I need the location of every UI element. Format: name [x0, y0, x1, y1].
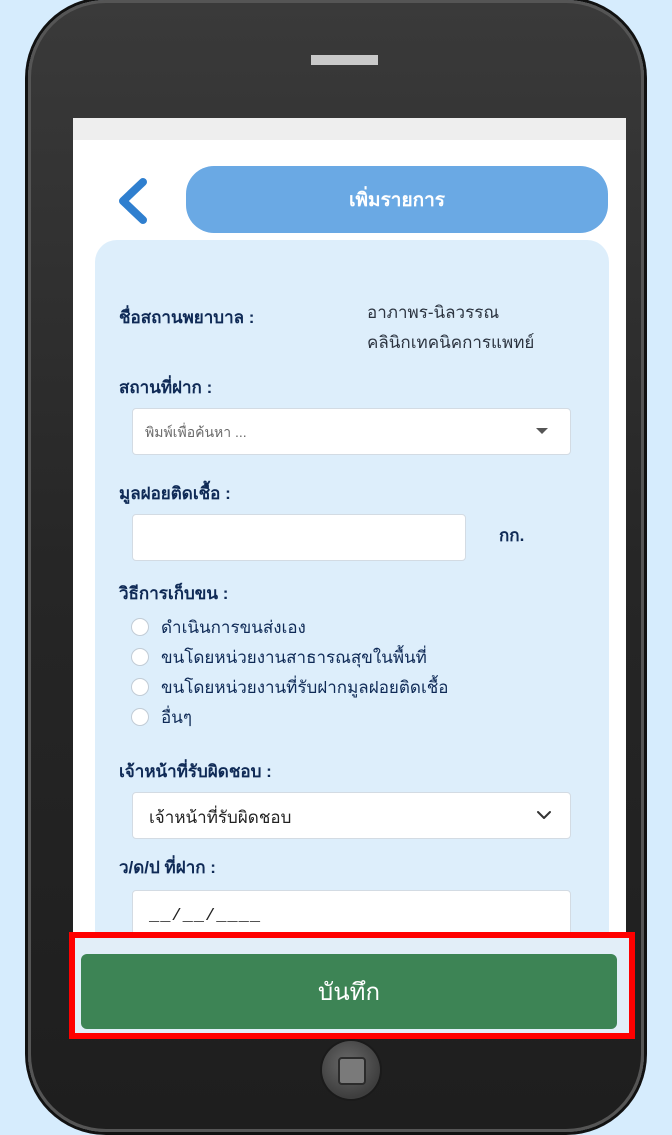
chevron-left-icon: [119, 178, 147, 224]
waste-unit: กก.: [499, 526, 525, 545]
hospital-value-line2: คลินิกเทคนิคการแพทย์: [367, 333, 535, 352]
officer-selected-value: เจ้าหน้าที่รับผิดชอบ: [149, 808, 292, 827]
radio-option-local-health[interactable]: ขนโดยหน่วยงานสาธารณสุขในพื้นที่: [131, 643, 427, 671]
home-button[interactable]: [322, 1041, 380, 1099]
radio-label: อื่นๆ: [161, 707, 192, 727]
waste-amount-input[interactable]: [132, 514, 466, 561]
status-bar: [73, 118, 626, 140]
radio-label: ขนโดยหน่วยงานสาธารณสุขในพื้นที่: [161, 647, 427, 667]
form-card: ชื่อสถานพยาบาล : อาภาพร-นิลวรรณ คลินิกเท…: [95, 240, 609, 1035]
radio-option-self-transport[interactable]: ดำเนินการขนส่งเอง: [131, 613, 306, 641]
deposit-place-select[interactable]: พิมพ์เพื่อค้นหา ...: [132, 408, 571, 455]
speaker-grille: [311, 55, 378, 65]
save-button[interactable]: บันทึก: [81, 954, 617, 1029]
app-screen: เพิ่มรายการ ชื่อสถานพยาบาล : อาภาพร-นิลว…: [73, 118, 626, 1035]
deposit-place-placeholder: พิมพ์เพื่อค้นหา ...: [145, 424, 247, 440]
officer-label: เจ้าหน้าที่รับผิดชอบ :: [119, 762, 272, 781]
date-value: __/__/____: [149, 907, 262, 926]
radio-label: ขนโดยหน่วยงานที่รับฝากมูลฝอยติดเชื้อ: [161, 677, 449, 697]
page-title: เพิ่มรายการ: [186, 166, 608, 233]
radio-circle[interactable]: [131, 678, 149, 696]
radio-option-other[interactable]: อื่นๆ: [131, 703, 192, 731]
radio-label: ดำเนินการขนส่งเอง: [161, 617, 306, 637]
caret-down-icon: [536, 428, 548, 434]
waste-label: มูลฝอยติดเชื้อ :: [119, 484, 231, 503]
radio-circle[interactable]: [131, 648, 149, 666]
collection-method-label: วิธีการเก็บขน :: [119, 584, 229, 603]
radio-circle[interactable]: [131, 618, 149, 636]
radio-option-receiving-agency[interactable]: ขนโดยหน่วยงานที่รับฝากมูลฝอยติดเชื้อ: [131, 673, 449, 701]
home-square-icon: [338, 1057, 366, 1085]
chevron-down-icon: [537, 811, 551, 819]
date-label: ว/ด/ป ที่ฝาก :: [119, 858, 216, 877]
deposit-place-label: สถานที่ฝาก :: [119, 378, 213, 397]
back-button[interactable]: [113, 178, 153, 224]
radio-circle[interactable]: [131, 708, 149, 726]
officer-select[interactable]: เจ้าหน้าที่รับผิดชอบ: [132, 792, 571, 839]
hospital-label: ชื่อสถานพยาบาล :: [119, 308, 255, 327]
hospital-value-line1: อาภาพร-นิลวรรณ: [367, 303, 500, 322]
